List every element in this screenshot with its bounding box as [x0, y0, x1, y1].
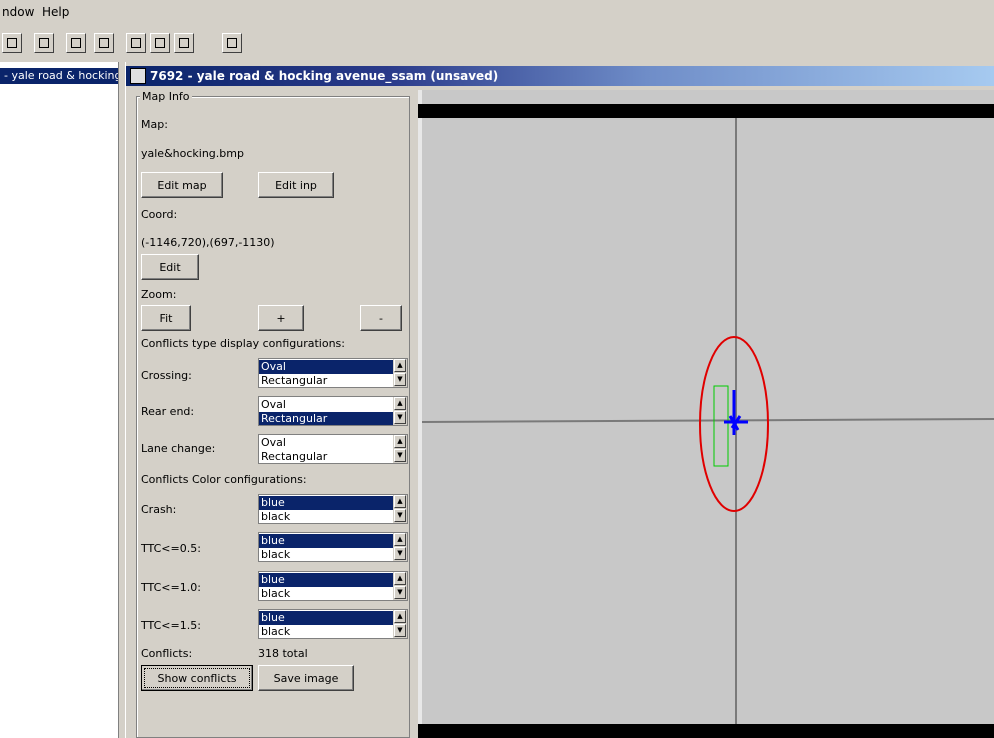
coord-value: (-1146,720),(697,-1130): [141, 236, 275, 249]
menu-bar: ndow Help: [0, 0, 994, 26]
window-icon[interactable]: [130, 68, 146, 84]
zoom-out-button[interactable]: -: [360, 305, 402, 331]
edit-map-button[interactable]: Edit map: [141, 172, 223, 198]
window-title-bar[interactable]: 7692 - yale road & hocking avenue_ssam (…: [126, 66, 994, 86]
save-image-button[interactable]: Save image: [258, 665, 354, 691]
window-icon: [71, 38, 81, 48]
scroll-down-icon[interactable]: ▼: [394, 586, 406, 599]
list-option[interactable]: black: [259, 510, 395, 523]
window-button[interactable]: [66, 33, 86, 53]
scroll-down-icon[interactable]: ▼: [394, 411, 406, 424]
cascade-button[interactable]: [174, 33, 194, 53]
list-option[interactable]: black: [259, 587, 395, 600]
export-icon: [227, 38, 237, 48]
show-conflicts-button[interactable]: Show conflicts: [141, 665, 253, 691]
open-icon: [7, 38, 17, 48]
scrollbar[interactable]: ▲ ▼: [393, 572, 407, 600]
list-option[interactable]: Oval: [259, 360, 395, 374]
toolbar: [0, 30, 994, 58]
ttc10-color-listbox[interactable]: blue black ▲ ▼: [258, 571, 408, 601]
zoom-in-button[interactable]: +: [258, 305, 304, 331]
scroll-up-icon[interactable]: ▲: [394, 397, 406, 410]
coord-label: Coord:: [141, 208, 178, 221]
split-vertical-icon: [131, 38, 141, 48]
list-option[interactable]: Oval: [259, 398, 395, 412]
scroll-down-icon[interactable]: ▼: [394, 373, 406, 386]
list-option[interactable]: Rectangular: [259, 374, 395, 387]
lane-change-label: Lane change:: [141, 442, 216, 455]
open-button[interactable]: [2, 33, 22, 53]
conflict-type-heading: Conflicts type display configurations:: [141, 337, 345, 350]
map-canvas[interactable]: [418, 90, 994, 738]
list-option[interactable]: Rectangular: [259, 412, 395, 425]
edit-inp-button[interactable]: Edit inp: [258, 172, 334, 198]
edit-coord-button[interactable]: Edit: [141, 254, 199, 280]
list-option[interactable]: black: [259, 548, 395, 561]
intersection-map: [421, 118, 994, 724]
scroll-up-icon[interactable]: ▲: [394, 572, 406, 585]
ttc05-label: TTC<=0.5:: [141, 542, 201, 555]
scroll-up-icon[interactable]: ▲: [394, 495, 406, 508]
scroll-down-icon[interactable]: ▼: [394, 509, 406, 522]
scrollbar[interactable]: ▲ ▼: [393, 359, 407, 387]
crash-color-listbox[interactable]: blue black ▲ ▼: [258, 494, 408, 524]
split-horizontal-icon: [99, 38, 109, 48]
conflicts-total: 318 total: [258, 647, 308, 660]
zoom-fit-button[interactable]: Fit: [141, 305, 191, 331]
menu-help[interactable]: Help: [42, 5, 69, 19]
scroll-down-icon[interactable]: ▼: [394, 449, 406, 462]
grid-button[interactable]: [150, 33, 170, 53]
list-option[interactable]: blue: [259, 573, 395, 587]
lane-change-listbox[interactable]: Oval Rectangular ▲ ▼: [258, 434, 408, 464]
color-heading: Conflicts Color configurations:: [141, 473, 307, 486]
scroll-up-icon[interactable]: ▲: [394, 359, 406, 372]
zoom-label: Zoom:: [141, 288, 177, 301]
crossing-label: Crossing:: [141, 369, 192, 382]
ttc15-color-listbox[interactable]: blue black ▲ ▼: [258, 609, 408, 639]
scrollbar[interactable]: ▲ ▼: [393, 533, 407, 561]
scroll-down-icon[interactable]: ▼: [394, 624, 406, 637]
list-option[interactable]: blue: [259, 534, 395, 548]
ttc10-label: TTC<=1.0:: [141, 581, 201, 594]
groupbox-title: Map Info: [140, 90, 192, 103]
scroll-up-icon[interactable]: ▲: [394, 435, 406, 448]
scrollbar[interactable]: ▲ ▼: [393, 397, 407, 425]
menu-window[interactable]: ndow: [2, 5, 34, 19]
list-option[interactable]: blue: [259, 496, 395, 510]
scrollbar[interactable]: ▲ ▼: [393, 610, 407, 638]
map-file-name: yale&hocking.bmp: [141, 147, 244, 160]
scroll-up-icon[interactable]: ▲: [394, 610, 406, 623]
crash-label: Crash:: [141, 503, 177, 516]
window-title: 7692 - yale road & hocking avenue_ssam (…: [150, 69, 499, 83]
map-label: Map:: [141, 118, 168, 131]
pane-splitter[interactable]: [118, 62, 126, 738]
split-horizontal-button[interactable]: [94, 33, 114, 53]
conflicts-label: Conflicts:: [141, 647, 193, 660]
list-option[interactable]: Rectangular: [259, 450, 395, 463]
conflict-zone-box: [713, 385, 729, 467]
list-option[interactable]: blue: [259, 611, 395, 625]
ttc05-color-listbox[interactable]: blue black ▲ ▼: [258, 532, 408, 562]
cascade-icon: [179, 38, 189, 48]
scroll-up-icon[interactable]: ▲: [394, 533, 406, 546]
ttc15-label: TTC<=1.5:: [141, 619, 201, 632]
tree-item-yale-road[interactable]: - yale road & hocking: [0, 68, 120, 84]
grid-icon: [155, 38, 165, 48]
rear-end-listbox[interactable]: Oval Rectangular ▲ ▼: [258, 396, 408, 426]
save-icon: [39, 38, 49, 48]
crossing-listbox[interactable]: Oval Rectangular ▲ ▼: [258, 358, 408, 388]
scrollbar[interactable]: ▲ ▼: [393, 435, 407, 463]
scrollbar[interactable]: ▲ ▼: [393, 495, 407, 523]
rear-end-label: Rear end:: [141, 405, 195, 418]
export-button[interactable]: [222, 33, 242, 53]
horizontal-road: [421, 418, 994, 423]
list-option[interactable]: black: [259, 625, 395, 638]
save-button[interactable]: [34, 33, 54, 53]
project-tree: - yale road & hocking: [0, 62, 120, 738]
list-option[interactable]: Oval: [259, 436, 395, 450]
scroll-down-icon[interactable]: ▼: [394, 547, 406, 560]
split-vertical-button[interactable]: [126, 33, 146, 53]
